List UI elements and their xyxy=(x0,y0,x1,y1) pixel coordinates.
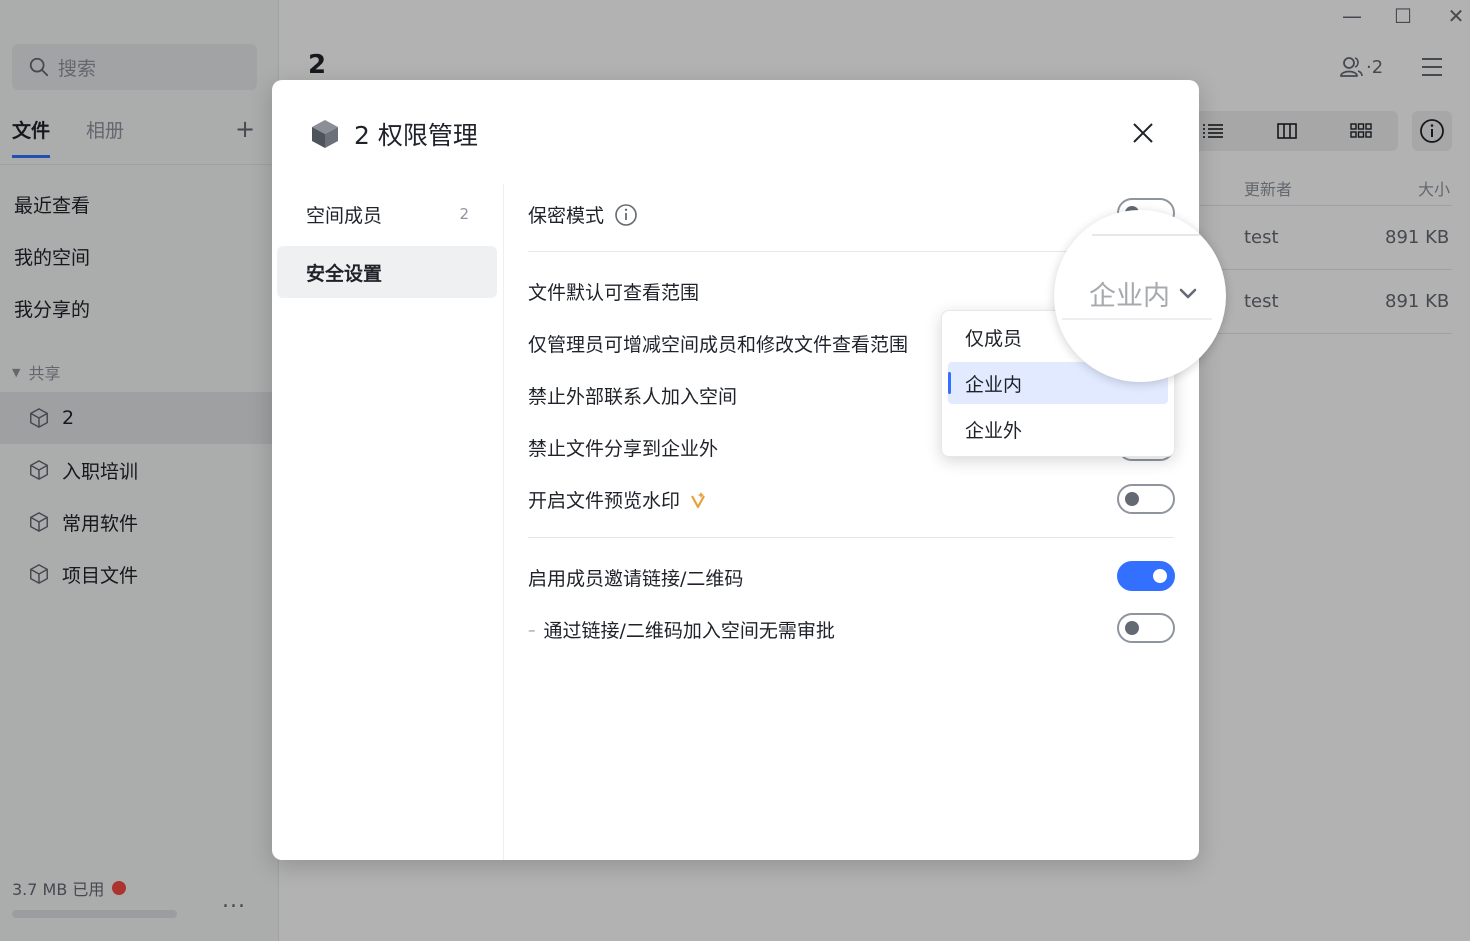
close-icon xyxy=(1133,123,1153,143)
setting-default-view-scope: 文件默认可查看范围 xyxy=(528,278,699,305)
tab-space-members[interactable]: 空间成员 2 xyxy=(277,188,497,240)
dialog-title: 2 权限管理 xyxy=(308,116,478,152)
toggle-knob xyxy=(1125,492,1139,506)
setting-label: 仅管理员可增减空间成员和修改文件查看范围 xyxy=(528,334,909,356)
setting-admin-only: 仅管理员可增减空间成员和修改文件查看范围 xyxy=(528,330,908,357)
setting-label: 保密模式 xyxy=(528,205,605,227)
info-icon[interactable] xyxy=(614,203,638,227)
setting-label: 通过链接/二维码加入空间无需审批 xyxy=(543,620,835,642)
setting-block-external: 禁止外部联系人加入空间 xyxy=(528,382,737,409)
tab-label: 空间成员 xyxy=(306,204,383,227)
setting-watermark: 开启文件预览水印 xyxy=(528,486,706,513)
setting-invite-link: 启用成员邀请链接/二维码 xyxy=(528,564,743,591)
permission-dialog: 2 权限管理 空间成员 2 安全设置 保密模式 文件默认可查看范围 仅管理员可增… xyxy=(272,80,1199,860)
no-approval-toggle[interactable] xyxy=(1117,613,1175,643)
setting-label: 禁止外部联系人加入空间 xyxy=(528,386,738,408)
toggle-knob xyxy=(1125,621,1139,635)
vip-icon xyxy=(691,491,705,508)
tab-security-settings[interactable]: 安全设置 xyxy=(277,246,497,298)
magnifier-highlight: 企业内 xyxy=(1054,210,1226,382)
magnifier-divider xyxy=(1062,318,1212,320)
watermark-toggle[interactable] xyxy=(1117,484,1175,514)
member-count-badge: 2 xyxy=(459,205,469,223)
close-button[interactable] xyxy=(1128,118,1158,148)
setting-label: 文件默认可查看范围 xyxy=(528,282,700,304)
scope-option-external[interactable]: 企业外 xyxy=(948,408,1168,450)
dialog-title-text: 2 权限管理 xyxy=(354,121,478,150)
tab-label: 安全设置 xyxy=(306,262,383,285)
invite-link-toggle[interactable] xyxy=(1117,561,1175,591)
setting-label: 开启文件预览水印 xyxy=(528,490,681,512)
setting-no-approval: – 通过链接/二维码加入空间无需审批 xyxy=(528,616,835,643)
setting-confidential-mode: 保密模式 xyxy=(528,201,638,228)
setting-label: 禁止文件分享到企业外 xyxy=(528,438,719,460)
dialog-nav: 空间成员 2 安全设置 xyxy=(272,184,504,860)
sub-setting-dash: – xyxy=(528,620,536,639)
chevron-down-icon xyxy=(1179,288,1197,298)
section-divider xyxy=(528,537,1174,538)
scope-selected-value: 企业内 xyxy=(1089,281,1170,312)
scope-select[interactable]: 企业内 xyxy=(1089,274,1198,313)
cube-icon xyxy=(312,120,338,148)
magnifier-divider xyxy=(1092,234,1212,236)
setting-label: 启用成员邀请链接/二维码 xyxy=(528,568,744,590)
toggle-knob xyxy=(1153,569,1167,583)
setting-block-share-outside: 禁止文件分享到企业外 xyxy=(528,434,718,461)
